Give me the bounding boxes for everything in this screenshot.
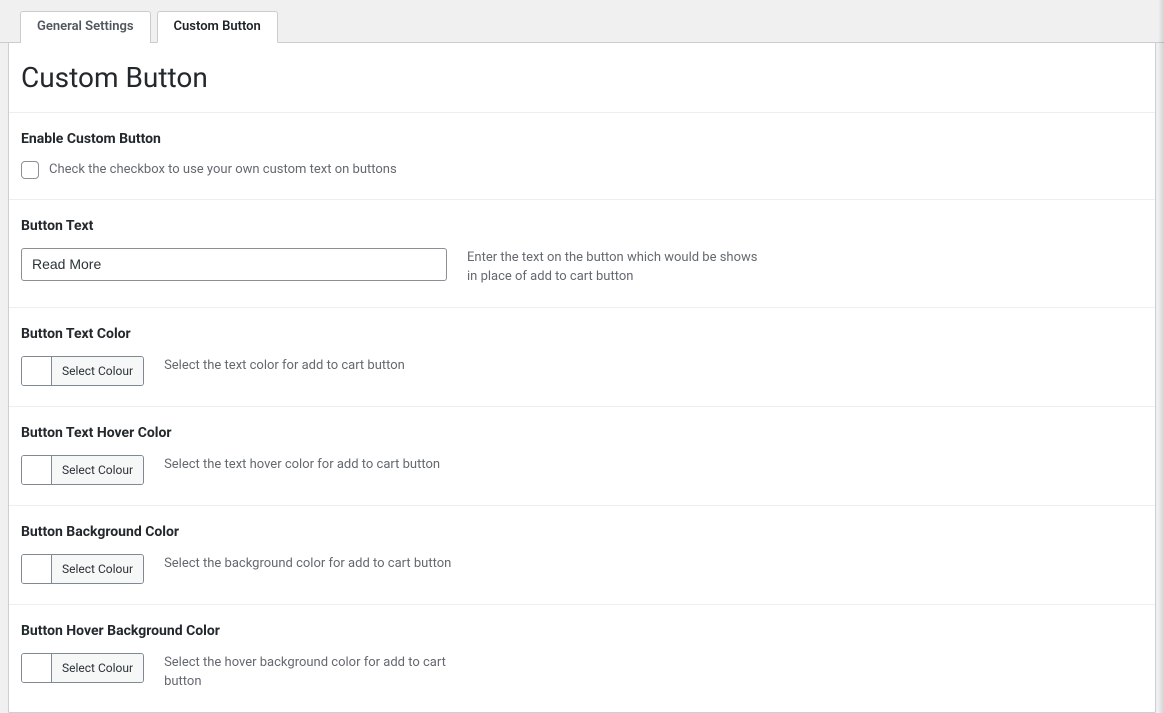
bg-color-label: Button Background Color <box>21 524 1143 540</box>
field-button-text-color: Button Text Color Select Colour Select t… <box>9 308 1155 407</box>
enable-label: Enable Custom Button <box>21 131 1143 147</box>
hover-bg-color-button-label: Select Colour <box>52 654 143 682</box>
tab-general-settings[interactable]: General Settings <box>20 11 151 43</box>
text-hover-color-picker[interactable]: Select Colour <box>21 455 144 485</box>
field-button-hover-background-color: Button Hover Background Color Select Col… <box>9 605 1155 712</box>
page-title: Custom Button <box>21 61 1143 94</box>
field-enable-custom-button: Enable Custom Button Check the checkbox … <box>9 113 1155 200</box>
field-button-background-color: Button Background Color Select Colour Se… <box>9 506 1155 605</box>
settings-panel: Custom Button Enable Custom Button Check… <box>8 43 1156 713</box>
hover-bg-color-description: Select the hover background color for ad… <box>164 653 464 692</box>
text-hover-color-description: Select the text hover color for add to c… <box>164 455 440 475</box>
right-shadow <box>1158 0 1164 713</box>
hover-bg-color-label: Button Hover Background Color <box>21 623 1143 639</box>
tab-bar: General Settings Custom Button <box>0 0 1164 43</box>
text-hover-color-label: Button Text Hover Color <box>21 425 1143 441</box>
bg-color-description: Select the background color for add to c… <box>164 554 451 574</box>
bg-color-swatch <box>22 555 52 583</box>
button-text-input[interactable] <box>21 248 447 282</box>
panel-header: Custom Button <box>9 43 1155 113</box>
enable-description: Check the checkbox to use your own custo… <box>49 162 397 177</box>
bg-color-button-label: Select Colour <box>52 555 143 583</box>
text-color-description: Select the text color for add to cart bu… <box>164 356 405 376</box>
text-hover-color-swatch <box>22 456 52 484</box>
field-button-text-hover-color: Button Text Hover Color Select Colour Se… <box>9 407 1155 506</box>
hover-bg-color-swatch <box>22 654 52 682</box>
field-button-text: Button Text Enter the text on the button… <box>9 200 1155 308</box>
button-text-label: Button Text <box>21 218 1143 234</box>
hover-bg-color-picker[interactable]: Select Colour <box>21 653 144 683</box>
text-color-button-label: Select Colour <box>52 357 143 385</box>
button-text-description: Enter the text on the button which would… <box>467 248 767 287</box>
text-color-picker[interactable]: Select Colour <box>21 356 144 386</box>
text-hover-color-button-label: Select Colour <box>52 456 143 484</box>
text-color-label: Button Text Color <box>21 326 1143 342</box>
tab-custom-button[interactable]: Custom Button <box>157 11 278 43</box>
text-color-swatch <box>22 357 52 385</box>
bg-color-picker[interactable]: Select Colour <box>21 554 144 584</box>
enable-checkbox[interactable] <box>21 161 39 179</box>
